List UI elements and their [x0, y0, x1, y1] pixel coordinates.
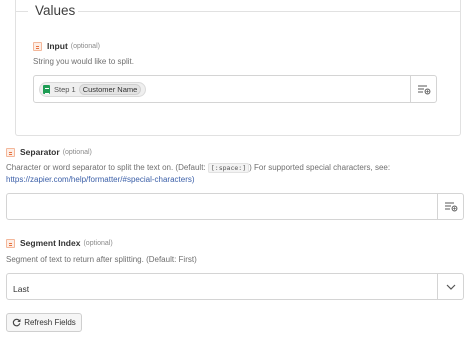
segment-index-select[interactable]: Last: [6, 273, 464, 300]
separator-help-after: ) For supported special characters, see:: [249, 163, 391, 172]
refresh-fields-label: Refresh Fields: [24, 318, 76, 327]
segment-index-help-text: Segment of text to return after splittin…: [6, 255, 197, 264]
separator-default-code: [:space:]: [207, 163, 250, 173]
values-border-right: [78, 11, 461, 12]
refresh-fields-button[interactable]: Refresh Fields: [6, 313, 82, 332]
google-sheets-icon: [43, 85, 50, 94]
separator-input[interactable]: [6, 193, 464, 220]
input-field[interactable]: Step 1 Customer Name: [33, 75, 437, 103]
insert-data-icon: [444, 202, 457, 212]
segment-index-label: Segment Index (optional): [6, 238, 113, 248]
field-type-icon: [6, 147, 15, 157]
values-border-left: [15, 11, 28, 12]
segment-index-label-text: Segment Index: [20, 238, 81, 248]
segment-index-selected-value: Last: [13, 284, 30, 294]
insert-data-button[interactable]: [437, 194, 463, 219]
segment-index-dropdown-toggle[interactable]: [437, 274, 463, 299]
mapped-field-pill[interactable]: Step 1 Customer Name: [39, 82, 147, 97]
values-title: Values: [33, 3, 78, 18]
separator-help-before: Character or word separator to split the…: [6, 163, 206, 172]
refresh-icon: [13, 318, 21, 327]
input-label-text: Input: [47, 41, 68, 51]
chevron-down-icon: [446, 284, 455, 290]
insert-data-button[interactable]: [410, 76, 436, 102]
field-type-icon: [33, 41, 42, 51]
pill-value-label: Customer Name: [78, 84, 142, 95]
input-optional-tag: (optional): [70, 42, 100, 50]
field-type-icon: [6, 238, 15, 248]
insert-data-icon: [417, 84, 430, 94]
separator-label: Separator (optional): [6, 147, 92, 157]
input-help-text: String you would like to split.: [33, 57, 134, 66]
special-characters-link[interactable]: https://zapier.com/help/formatter/#speci…: [6, 175, 195, 184]
values-section: [15, 0, 461, 136]
separator-optional-tag: (optional): [62, 148, 92, 156]
input-label: Input (optional): [33, 41, 100, 51]
segment-index-optional-tag: (optional): [83, 239, 113, 247]
pill-step-label: Step 1: [54, 85, 76, 94]
separator-label-text: Separator: [20, 147, 60, 157]
separator-help-text: Character or word separator to split the…: [6, 162, 466, 186]
